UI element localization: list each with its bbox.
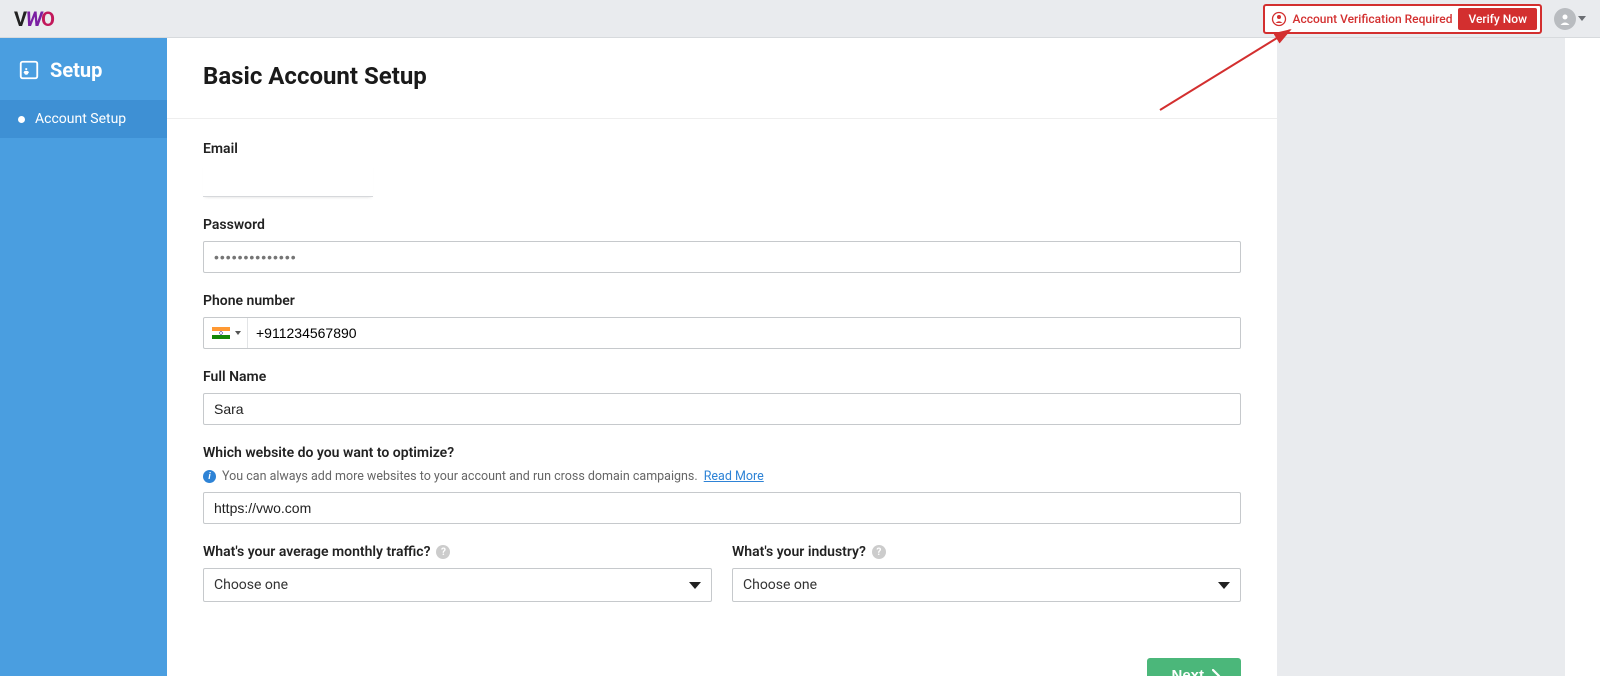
phone-label: Phone number	[203, 293, 1241, 309]
page-title: Basic Account Setup	[203, 62, 1241, 90]
country-code-selector[interactable]	[204, 318, 248, 348]
field-traffic: What's your average monthly traffic? ? C…	[203, 544, 712, 602]
industry-label: What's your industry? ?	[732, 544, 1241, 560]
field-industry: What's your industry? ? Choose one	[732, 544, 1241, 602]
traffic-select-value: Choose one	[214, 577, 288, 593]
form-actions: Next	[203, 658, 1241, 676]
traffic-select[interactable]: Choose one	[203, 568, 712, 602]
bullet-icon	[18, 116, 25, 123]
chevron-down-icon	[235, 331, 241, 335]
verification-alert-icon	[1271, 11, 1287, 27]
help-icon[interactable]: ?	[872, 545, 886, 559]
read-more-link[interactable]: Read More	[704, 469, 764, 484]
flag-india-icon	[212, 327, 230, 339]
divider	[167, 118, 1277, 119]
next-button[interactable]: Next	[1147, 658, 1241, 676]
website-hint-text: You can always add more websites to your…	[222, 469, 698, 484]
fullname-label: Full Name	[203, 369, 1241, 385]
verification-text: Account Verification Required	[1293, 12, 1453, 26]
traffic-label-text: What's your average monthly traffic?	[203, 544, 430, 560]
chevron-down-icon	[689, 582, 701, 589]
sidebar: Setup Account Setup	[0, 38, 167, 676]
topbar: VWO Account Verification Required Verify…	[0, 0, 1600, 38]
info-icon: i	[203, 470, 216, 483]
avatar-icon	[1554, 8, 1576, 30]
traffic-label: What's your average monthly traffic? ?	[203, 544, 712, 560]
password-label: Password	[203, 217, 1241, 233]
brand-logo[interactable]: VWO	[14, 7, 54, 31]
logo-letter-w: W	[26, 7, 42, 31]
chevron-down-icon	[1218, 582, 1230, 589]
fullname-input[interactable]	[203, 393, 1241, 425]
verification-callout: Account Verification Required Verify Now	[1263, 4, 1542, 34]
sidebar-title: Setup	[0, 38, 167, 100]
main-content: Basic Account Setup Email Password Phone…	[167, 38, 1277, 676]
field-email: Email	[203, 141, 1241, 197]
account-menu[interactable]	[1554, 8, 1586, 30]
next-button-label: Next	[1171, 667, 1204, 676]
website-input[interactable]	[203, 492, 1241, 524]
website-label: Which website do you want to optimize?	[203, 445, 1241, 461]
website-hint: i You can always add more websites to yo…	[203, 469, 1241, 484]
industry-select[interactable]: Choose one	[732, 568, 1241, 602]
field-fullname: Full Name	[203, 369, 1241, 425]
sidebar-title-text: Setup	[50, 58, 102, 82]
field-password: Password	[203, 217, 1241, 273]
email-input[interactable]	[203, 165, 373, 197]
help-icon[interactable]: ?	[436, 545, 450, 559]
logo-letter-o: O	[41, 7, 54, 31]
phone-input[interactable]	[248, 318, 1240, 348]
right-gutter	[1277, 38, 1565, 676]
email-label: Email	[203, 141, 1241, 157]
setup-icon	[18, 59, 40, 81]
password-input[interactable]	[203, 241, 1241, 273]
field-phone: Phone number	[203, 293, 1241, 349]
chevron-down-icon	[1578, 16, 1586, 21]
chevron-right-icon	[1212, 669, 1221, 676]
sidebar-item-label: Account Setup	[35, 111, 126, 127]
sidebar-item-account-setup[interactable]: Account Setup	[0, 100, 167, 138]
phone-input-group	[203, 317, 1241, 349]
verify-now-button[interactable]: Verify Now	[1458, 8, 1537, 30]
field-website: Which website do you want to optimize? i…	[203, 445, 1241, 524]
topbar-right: Account Verification Required Verify Now	[1263, 4, 1586, 34]
industry-label-text: What's your industry?	[732, 544, 866, 560]
industry-select-value: Choose one	[743, 577, 817, 593]
